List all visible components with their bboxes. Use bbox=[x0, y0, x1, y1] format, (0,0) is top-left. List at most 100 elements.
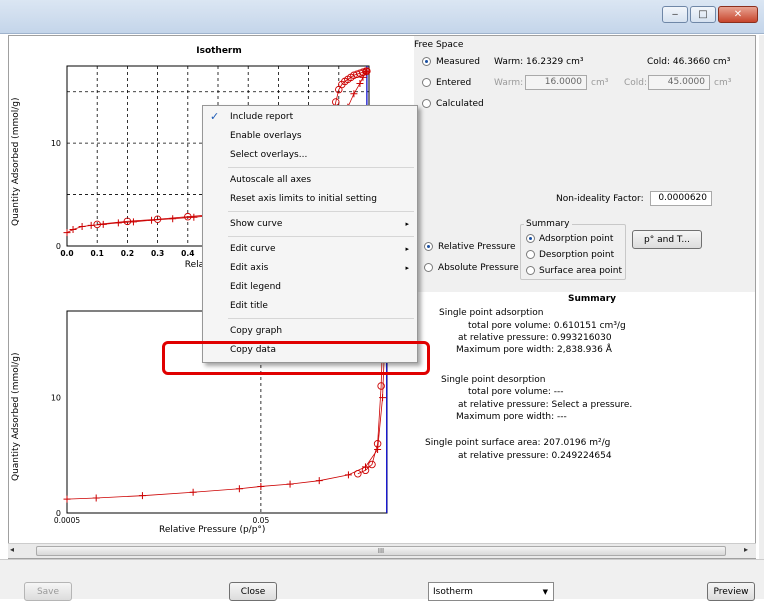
dialog-footer: Save Close Isotherm ▼ Preview bbox=[0, 559, 764, 601]
relative-pressure-radio[interactable] bbox=[424, 242, 433, 251]
measured-label: Measured bbox=[436, 57, 480, 67]
desorption-point-label: Desorption point bbox=[539, 250, 615, 260]
entered-label: Entered bbox=[436, 78, 472, 88]
free-space-title: Free Space bbox=[414, 40, 464, 50]
menu-item-label: Copy graph bbox=[230, 326, 283, 336]
single-point-adsorption-heading: Single point adsorption bbox=[439, 308, 544, 318]
adsorption-total-pore-volume: total pore volume: 0.610151 cm³/g bbox=[468, 321, 626, 331]
close-button[interactable]: Close bbox=[229, 582, 277, 601]
menu-item-label: Select overlays... bbox=[230, 150, 308, 160]
menu-item-label: Show curve bbox=[230, 219, 283, 229]
scroll-left-icon[interactable]: ◂ bbox=[10, 545, 14, 554]
horizontal-scrollbar[interactable]: ◂ III ▸ bbox=[8, 543, 756, 558]
nonideality-label: Non-ideality Factor: bbox=[556, 194, 644, 204]
p0-and-t-button[interactable]: p° and T... bbox=[632, 230, 702, 249]
single-point-surface-area: Single point surface area: 207.0196 m²/g bbox=[425, 438, 611, 448]
menu-item-edit-legend[interactable]: Edit legend bbox=[203, 278, 417, 296]
settings-panel: Free Space Measured Warm: 16.2329 cm³ Co… bbox=[414, 36, 755, 292]
adsorption-point-radio[interactable] bbox=[526, 234, 535, 243]
warm-entered-label: Warm: bbox=[494, 78, 524, 88]
menu-item-edit-title[interactable]: Edit title bbox=[203, 297, 417, 315]
menu-item-label: Include report bbox=[230, 112, 294, 122]
absolute-pressure-label: Absolute Pressure bbox=[438, 263, 519, 273]
cold-measured-value: Cold: 46.3660 cm³ bbox=[647, 57, 731, 67]
save-button[interactable]: Save bbox=[24, 582, 72, 601]
single-point-desorption-heading: Single point desorption bbox=[441, 375, 546, 385]
x-tick-label: 0.4 bbox=[181, 249, 194, 258]
menu-item-enable-overlays[interactable]: Enable overlays bbox=[203, 127, 417, 145]
menu-item-label: Edit title bbox=[230, 301, 268, 311]
chart-context-menu: ✓ Include report Enable overlays Select … bbox=[202, 105, 418, 363]
menu-separator bbox=[228, 318, 414, 319]
surface-area-point-radio[interactable] bbox=[526, 266, 535, 275]
y-tick-label: 10 bbox=[51, 139, 61, 148]
absolute-pressure-radio[interactable] bbox=[424, 263, 433, 272]
menu-item-label: Edit curve bbox=[230, 244, 276, 254]
menu-item-label: Edit axis bbox=[230, 263, 269, 273]
x-tick-label: 0.1 bbox=[91, 249, 104, 258]
horizontal-scroll-thumb[interactable]: III bbox=[36, 546, 726, 556]
menu-separator bbox=[228, 167, 414, 168]
menu-item-edit-curve[interactable]: Edit curve ▸ bbox=[203, 240, 417, 258]
chevron-down-icon: ▼ bbox=[542, 588, 548, 596]
submenu-arrow-icon: ▸ bbox=[405, 245, 409, 253]
menu-item-label: Reset axis limits to initial setting bbox=[230, 194, 377, 204]
scroll-right-icon[interactable]: ▸ bbox=[744, 545, 748, 554]
relative-pressure-label: Relative Pressure bbox=[438, 242, 516, 252]
summary-group-title: Summary bbox=[524, 219, 572, 229]
y-tick-label: 10 bbox=[51, 394, 61, 403]
isotherm-chart-title: Isotherm bbox=[196, 46, 242, 56]
window-titlebar: ‒ □ ✕ bbox=[0, 0, 764, 34]
nonideality-field[interactable]: 0.0000620 bbox=[650, 191, 712, 206]
calculated-radio[interactable] bbox=[422, 99, 431, 108]
desorption-relative-pressure: at relative pressure: Select a pressure. bbox=[458, 400, 633, 410]
menu-item-copy-graph[interactable]: Copy graph bbox=[203, 322, 417, 340]
view-select-value: Isotherm bbox=[433, 586, 473, 597]
menu-item-autoscale-axes[interactable]: Autoscale all axes bbox=[203, 171, 417, 189]
menu-item-label: Enable overlays bbox=[230, 131, 302, 141]
menu-item-select-overlays[interactable]: Select overlays... bbox=[203, 146, 417, 164]
measured-radio[interactable] bbox=[422, 57, 431, 66]
surface-area-relative-pressure: at relative pressure: 0.249224654 bbox=[458, 451, 612, 461]
summary-report-title: Summary bbox=[568, 294, 617, 304]
vertical-scrollbar[interactable] bbox=[759, 35, 764, 559]
window-controls: ‒ □ ✕ bbox=[662, 6, 758, 23]
x-tick-label: 0.2 bbox=[121, 249, 134, 258]
menu-item-label: Autoscale all axes bbox=[230, 175, 312, 185]
menu-item-edit-axis[interactable]: Edit axis ▸ bbox=[203, 259, 417, 277]
x-tick-label: 0.0005 bbox=[54, 516, 80, 525]
menu-item-show-curve[interactable]: Show curve ▸ bbox=[203, 215, 417, 233]
desorption-point-radio[interactable] bbox=[526, 250, 535, 259]
adsorption-max-pore-width: Maximum pore width: 2,838.936 Å bbox=[456, 345, 612, 355]
close-window-button[interactable]: ✕ bbox=[718, 6, 758, 23]
lower-chart-y-axis-label: Quantity Adsorbed (mmol/g) bbox=[11, 352, 21, 482]
isotherm-y-axis-label: Quantity Adsorbed (mmol/g) bbox=[11, 97, 21, 227]
copy-data-highlight bbox=[162, 341, 430, 375]
menu-item-label: Edit legend bbox=[230, 282, 281, 292]
cold-entered-field[interactable]: 45.0000 bbox=[648, 75, 710, 90]
lower-chart-x-axis-label: Relative Pressure (p/p°) bbox=[159, 525, 266, 535]
calculated-label: Calculated bbox=[436, 99, 484, 109]
adsorption-relative-pressure: at relative pressure: 0.993216030 bbox=[458, 333, 612, 343]
submenu-arrow-icon: ▸ bbox=[405, 220, 409, 228]
warm-unit: cm³ bbox=[591, 78, 609, 88]
cold-entered-label: Cold: bbox=[624, 78, 648, 88]
maximize-button[interactable]: □ bbox=[690, 6, 716, 23]
warm-measured-value: Warm: 16.2329 cm³ bbox=[494, 57, 584, 67]
x-tick-label: 0.05 bbox=[253, 516, 270, 525]
desorption-total-pore-volume: total pore volume: --- bbox=[468, 387, 564, 397]
submenu-arrow-icon: ▸ bbox=[405, 264, 409, 272]
warm-entered-field[interactable]: 16.0000 bbox=[525, 75, 587, 90]
menu-separator bbox=[228, 236, 414, 237]
surface-area-point-label: Surface area point bbox=[539, 266, 623, 276]
menu-separator bbox=[228, 211, 414, 212]
view-select[interactable]: Isotherm ▼ bbox=[428, 582, 554, 601]
entered-radio[interactable] bbox=[422, 78, 431, 87]
minimize-button[interactable]: ‒ bbox=[662, 6, 688, 23]
adsorption-point-label: Adsorption point bbox=[539, 234, 614, 244]
menu-item-include-report[interactable]: ✓ Include report bbox=[203, 108, 417, 126]
menu-item-reset-axis-limits[interactable]: Reset axis limits to initial setting bbox=[203, 190, 417, 208]
preview-button[interactable]: Preview bbox=[707, 582, 755, 601]
x-tick-label: 0.3 bbox=[151, 249, 164, 258]
x-tick-label: 0.0 bbox=[60, 249, 73, 258]
